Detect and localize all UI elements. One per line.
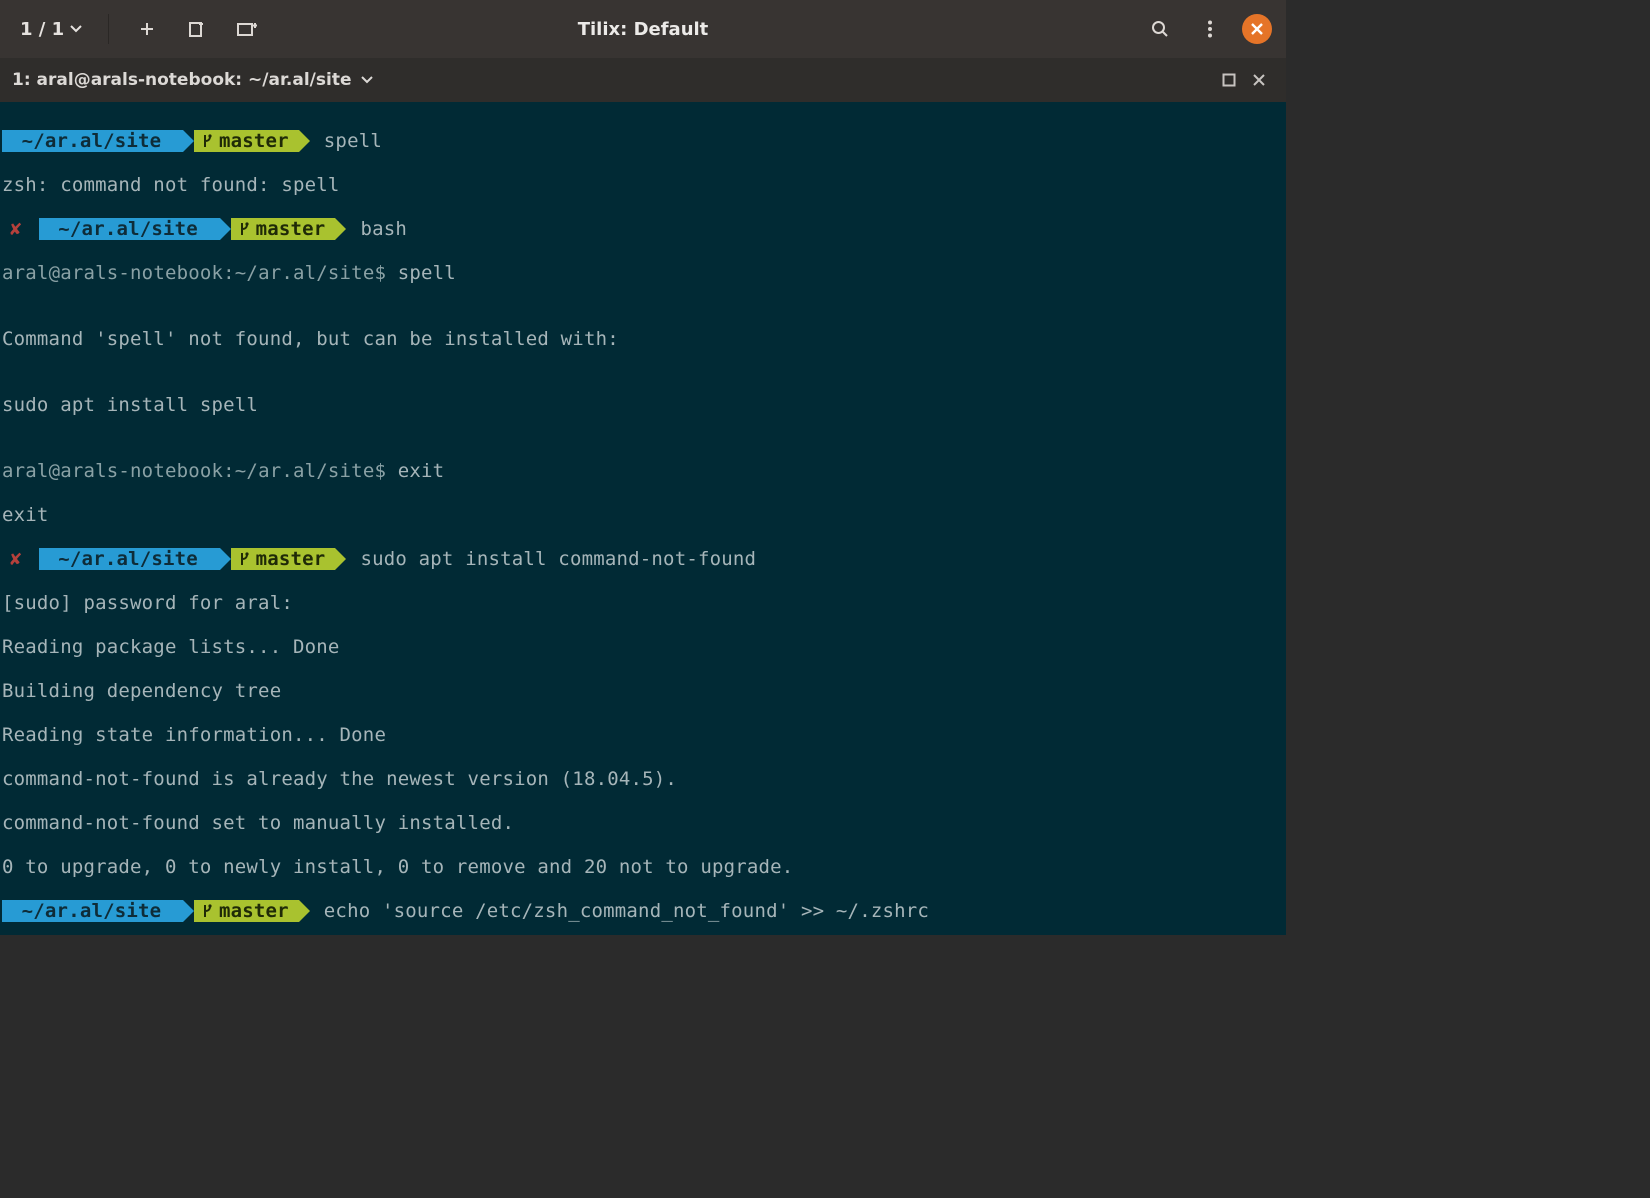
separator: [108, 14, 109, 44]
error-glyph: ✘: [10, 218, 22, 240]
prompt-branch-segment: master: [194, 130, 310, 152]
bash-user: aral: [2, 460, 49, 482]
close-icon: [1252, 73, 1266, 87]
prompt-error-segment: ✘: [2, 218, 39, 240]
prompt-path: ~/ar.al/site: [58, 548, 198, 570]
maximize-pane-button[interactable]: [1214, 69, 1244, 91]
prompt-error-segment: ✘: [2, 548, 39, 570]
terminal-tab-title-label: 1: aral@arals-notebook: ~/ar.al/site: [12, 70, 351, 90]
bash-path: ~/ar.al/site: [235, 262, 375, 284]
terminal-output-line: Building dependency tree: [2, 680, 1284, 702]
menu-button[interactable]: [1192, 11, 1228, 47]
terminal-output-line: command-not-found is already the newest …: [2, 768, 1284, 790]
prompt-branch: master: [219, 130, 289, 152]
add-terminal-right-button[interactable]: [229, 11, 267, 47]
terminal-output-line: Reading state information... Done: [2, 724, 1284, 746]
command-input: sudo apt install command-not-found: [360, 548, 756, 570]
search-icon: [1151, 20, 1169, 38]
new-window-plus-icon: [188, 20, 206, 38]
prompt-branch: master: [219, 900, 289, 922]
git-branch-icon: [202, 904, 213, 918]
prompt-line: ✘ ~/ar.al/site master bash: [2, 218, 1284, 240]
session-indicator-label: 1 / 1: [20, 19, 64, 40]
command-input: spell: [324, 130, 382, 152]
prompt-branch-segment: master: [231, 218, 347, 240]
window-close-button[interactable]: [1242, 14, 1272, 44]
chevron-down-icon: [361, 74, 373, 86]
prompt-path: ~/ar.al/site: [58, 218, 198, 240]
maximize-icon: [1222, 73, 1236, 87]
headerbar-right-group: [1142, 11, 1272, 47]
terminal-output-line: [sudo] password for aral:: [2, 592, 1284, 614]
prompt-path-segment: ~/ar.al/site: [39, 218, 231, 240]
session-indicator-button[interactable]: 1 / 1: [14, 11, 88, 47]
terminal-output-line: sudo apt install spell: [2, 394, 1284, 416]
prompt-path: ~/ar.al/site: [22, 900, 162, 922]
prompt-line: ~/ar.al/site master spell: [2, 130, 1284, 152]
terminal-tab-title-button[interactable]: 1: aral@arals-notebook: ~/ar.al/site: [12, 70, 373, 90]
terminal-output-line: command-not-found set to manually instal…: [2, 812, 1284, 834]
terminal-output-line: Reading package lists... Done: [2, 636, 1284, 658]
search-button[interactable]: [1142, 11, 1178, 47]
close-icon: [1250, 22, 1264, 36]
plus-icon: [139, 21, 155, 37]
prompt-line: ~/ar.al/site master echo 'source /etc/zsh…: [2, 900, 1284, 922]
headerbar-left-group: 1 / 1: [14, 11, 267, 47]
terminal-output-line: zsh: command not found: spell: [2, 174, 1284, 196]
bash-host: arals-notebook: [60, 262, 223, 284]
prompt-path: ~/ar.al/site: [22, 130, 162, 152]
terminal-output-line: 0 to upgrade, 0 to newly install, 0 to r…: [2, 856, 1284, 878]
add-terminal-button[interactable]: [129, 11, 165, 47]
terminal-tabbar: 1: aral@arals-notebook: ~/ar.al/site: [0, 58, 1286, 102]
prompt-branch-segment: master: [231, 548, 347, 570]
window-headerbar: 1 / 1 Tilix: Default: [0, 0, 1286, 58]
git-branch-icon: [239, 222, 250, 236]
git-branch-icon: [239, 552, 250, 566]
add-terminal-down-button[interactable]: [179, 11, 215, 47]
bash-user: aral: [2, 262, 49, 284]
error-glyph: ✘: [10, 548, 22, 570]
command-input: exit: [398, 460, 445, 482]
prompt-path-segment: ~/ar.al/site: [2, 900, 194, 922]
command-input: bash: [360, 218, 407, 240]
prompt-path-segment: ~/ar.al/site: [39, 548, 231, 570]
git-branch-icon: [202, 134, 213, 148]
terminal-output-line: Command 'spell' not found, but can be in…: [2, 328, 1284, 350]
split-right-plus-icon: [237, 21, 259, 37]
close-pane-button[interactable]: [1244, 69, 1274, 91]
command-input: spell: [398, 262, 456, 284]
bash-prompt-line: aral@arals-notebook:~/ar.al/site$ spell: [2, 262, 1284, 284]
terminal-output-line: exit: [2, 504, 1284, 526]
prompt-branch: master: [256, 548, 326, 570]
prompt-branch: master: [256, 218, 326, 240]
command-input: echo 'source /etc/zsh_command_not_found'…: [324, 900, 929, 922]
bash-host: arals-notebook: [60, 460, 223, 482]
bash-prompt-line: aral@arals-notebook:~/ar.al/site$ exit: [2, 460, 1284, 482]
kebab-menu-icon: [1207, 20, 1213, 38]
prompt-path-segment: ~/ar.al/site: [2, 130, 194, 152]
prompt-branch-segment: master: [194, 900, 310, 922]
bash-path: ~/ar.al/site: [235, 460, 375, 482]
prompt-line: ✘ ~/ar.al/site master sudo apt install co…: [2, 548, 1284, 570]
terminal-viewport[interactable]: ~/ar.al/site master spell zsh: command no…: [0, 102, 1286, 935]
chevron-down-icon: [70, 23, 82, 35]
